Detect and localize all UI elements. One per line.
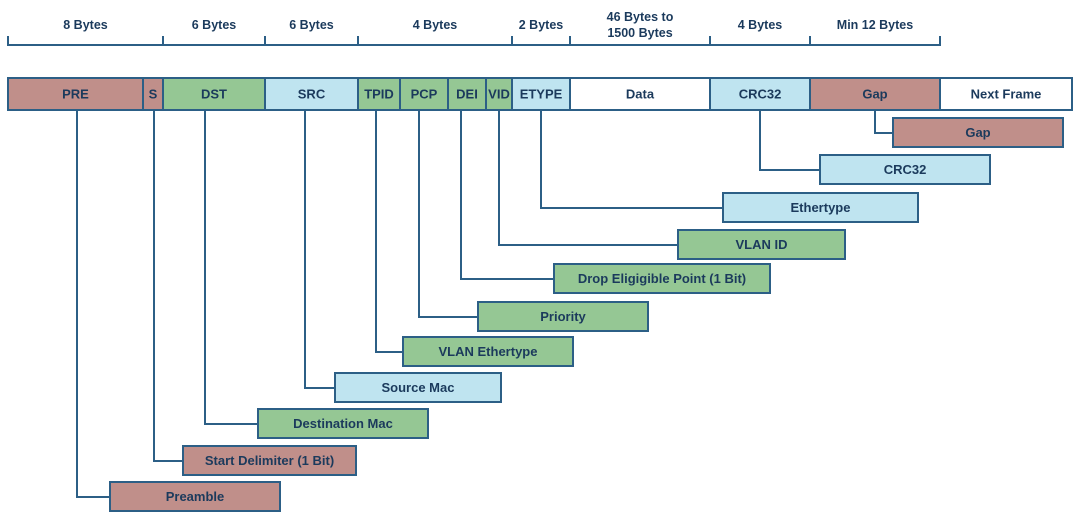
frame-field-label-data: Data — [626, 86, 655, 101]
byte-size-ruler: 8 Bytes 6 Bytes 6 Bytes 4 Bytes 2 Bytes 46 By… — [7, 10, 941, 46]
frame-field-label-pcp: PCP — [411, 86, 438, 101]
frame-field-label-tpid: TPID — [364, 86, 394, 101]
ruler-segment-label-7: Min 12 Bytes — [837, 18, 913, 32]
callout-label-preamble: Preamble — [166, 489, 225, 504]
leader-line-vlan-id — [498, 109, 679, 246]
ruler-scale-line — [7, 36, 941, 46]
frame-field-label-etype: ETYPE — [520, 86, 563, 101]
callout-label-priority: Priority — [540, 309, 586, 324]
callout-label-gap: Gap — [965, 125, 990, 140]
leader-line-ethertype — [540, 109, 724, 209]
leader-line-preamble — [76, 109, 111, 498]
callout-label-dei: Drop Eligigible Point (1 Bit) — [578, 271, 746, 286]
callout-label-ethertype: Ethertype — [791, 200, 851, 215]
frame-field-bar: PRE S DST SRC TPID PCP DEI VID ETYPE Data CRC32 Gap… — [7, 77, 1073, 111]
leader-line-start-delimiter — [153, 109, 184, 462]
callout-label-destination-mac: Destination Mac — [293, 416, 393, 431]
ruler-segment-label-5: 46 Bytes to 1500 Bytes — [607, 10, 674, 40]
ethernet-frame-diagram: 8 Bytes 6 Bytes 6 Bytes 4 Bytes 2 Bytes 46 By… — [0, 0, 1080, 519]
callout-label-crc32: CRC32 — [884, 162, 927, 177]
callout-label-vlan-id: VLAN ID — [736, 237, 788, 252]
ruler-segment-label-6: 4 Bytes — [738, 18, 783, 32]
callout-label-vlan-ethertype: VLAN Ethertype — [439, 344, 538, 359]
leader-line-source-mac — [304, 109, 336, 389]
frame-diagram-canvas: 8 Bytes 6 Bytes 6 Bytes 4 Bytes 2 Bytes 46 By… — [7, 10, 1073, 512]
frame-field-label-src: SRC — [298, 86, 326, 101]
leader-line-destination-mac — [204, 109, 259, 425]
frame-field-label-next-frame: Next Frame — [971, 86, 1042, 101]
frame-field-label-crc32: CRC32 — [739, 86, 782, 101]
frame-field-label-dei: DEI — [456, 86, 478, 101]
frame-field-label-vid: VID — [488, 86, 510, 101]
callout-label-start-delimiter: Start Delimiter (1 Bit) — [205, 453, 334, 468]
leader-line-gap — [874, 109, 894, 134]
leader-line-vlan-ethertype — [375, 109, 404, 353]
leader-line-crc32 — [759, 109, 821, 171]
ruler-segment-label-0: 8 Bytes — [63, 18, 108, 32]
callout-label-source-mac: Source Mac — [382, 380, 455, 395]
callout-labels: Gap CRC32 Ethertype VLAN ID Drop Eligigible … — [109, 117, 1064, 512]
ruler-segment-label-2: 6 Bytes — [289, 18, 334, 32]
frame-field-label-pre: PRE — [62, 86, 89, 101]
frame-field-label-s: S — [149, 86, 158, 101]
ruler-segment-label-3: 4 Bytes — [413, 18, 458, 32]
ruler-segment-label-4: 2 Bytes — [519, 18, 564, 32]
frame-field-label-dst: DST — [201, 86, 227, 101]
leader-line-priority — [418, 109, 479, 318]
frame-field-label-gap: Gap — [862, 86, 887, 101]
ruler-segment-label-1: 6 Bytes — [192, 18, 237, 32]
